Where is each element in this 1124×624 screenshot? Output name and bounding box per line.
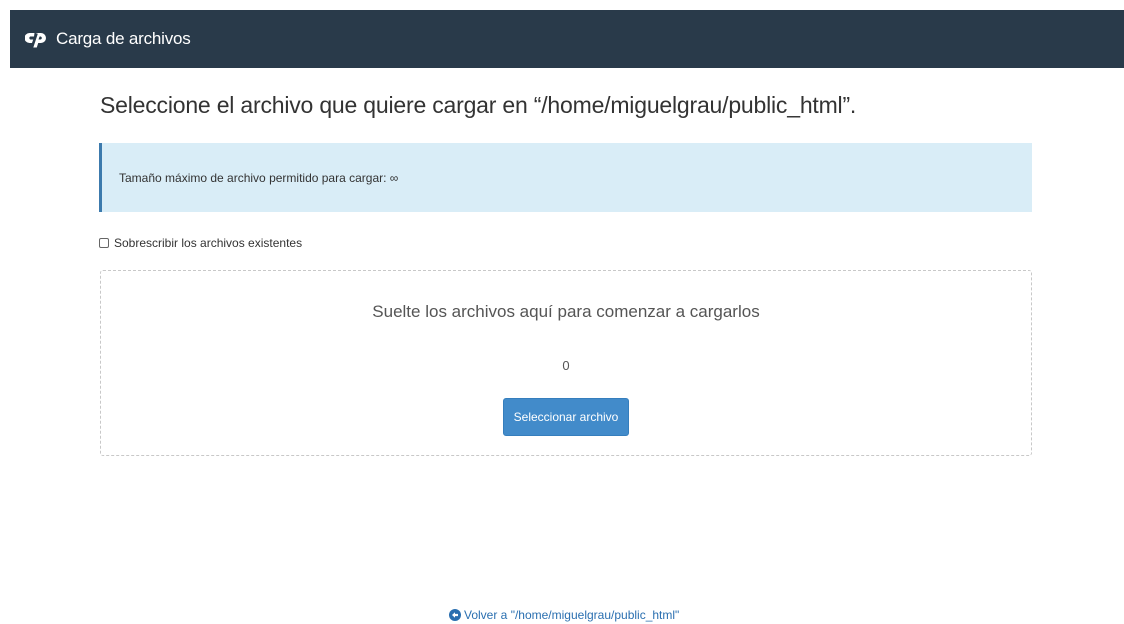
overwrite-checkbox[interactable]: [99, 238, 109, 248]
overwrite-label: Sobrescribir los archivos existentes: [114, 236, 303, 250]
top-bar: Carga de archivos: [10, 10, 1124, 68]
max-size-info-box: Tamaño máximo de archivo permitido para …: [99, 143, 1032, 212]
file-dropzone[interactable]: Suelte los archivos aquí para comenzar a…: [100, 270, 1032, 456]
page-title: Seleccione el archivo que quiere cargar …: [100, 92, 857, 118]
back-link-label: Volver a "/home/miguelgrau/public_html": [464, 608, 680, 622]
cpanel-logo-icon[interactable]: [24, 26, 50, 52]
file-upload-page: Carga de archivos Seleccione el archivo …: [0, 0, 1124, 624]
upload-count: 0: [562, 358, 570, 373]
back-link[interactable]: Volver a "/home/miguelgrau/public_html": [449, 608, 679, 622]
dropzone-instructions: Suelte los archivos aquí para comenzar a…: [372, 302, 760, 321]
max-size-info-text: Tamaño máximo de archivo permitido para …: [119, 170, 399, 185]
arrow-circle-left-icon: [449, 609, 461, 621]
app-title: Carga de archivos: [56, 29, 191, 48]
select-file-button[interactable]: Seleccionar archivo: [503, 398, 629, 436]
overwrite-option[interactable]: Sobrescribir los archivos existentes: [99, 236, 302, 250]
